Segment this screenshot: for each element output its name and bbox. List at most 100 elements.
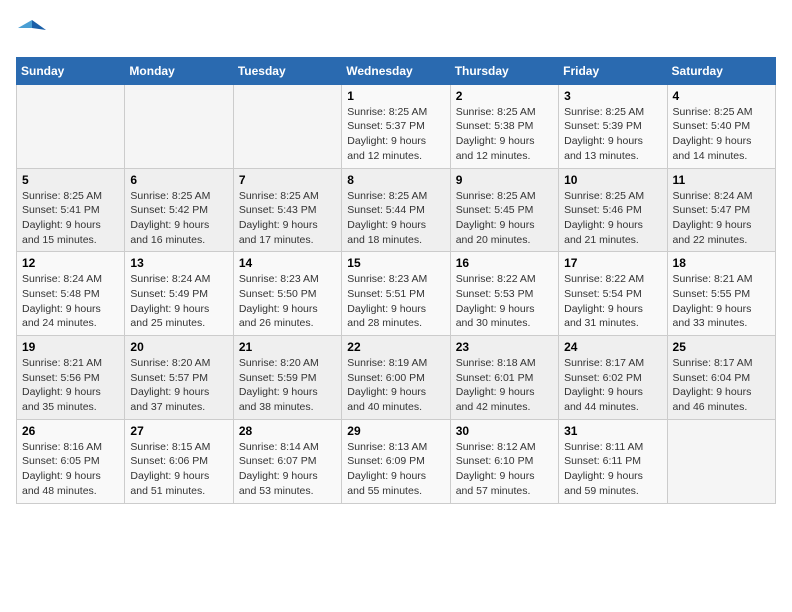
day-info: Sunrise: 8:11 AM Sunset: 6:11 PM Dayligh… <box>564 440 661 499</box>
day-number: 25 <box>673 340 770 354</box>
week-row-3: 12Sunrise: 8:24 AM Sunset: 5:48 PM Dayli… <box>17 252 776 336</box>
week-row-5: 26Sunrise: 8:16 AM Sunset: 6:05 PM Dayli… <box>17 419 776 503</box>
day-info: Sunrise: 8:21 AM Sunset: 5:56 PM Dayligh… <box>22 356 119 415</box>
day-cell: 5 Sunrise: 8:25 AM Sunset: 5:41 PM Daylig… <box>17 168 125 252</box>
day-info: Sunrise: 8:23 AM Sunset: 5:50 PM Dayligh… <box>239 272 336 331</box>
day-info: Sunrise: 8:25 AM Sunset: 5:37 PM Dayligh… <box>347 105 444 164</box>
day-cell: 21 Sunrise: 8:20 AM Sunset: 5:59 PM Dayli… <box>233 336 341 420</box>
day-number: 7 <box>239 173 336 187</box>
day-info: Sunrise: 8:25 AM Sunset: 5:43 PM Dayligh… <box>239 189 336 248</box>
day-number: 16 <box>456 256 553 270</box>
calendar: SundayMondayTuesdayWednesdayThursdayFrid… <box>16 57 776 504</box>
day-number: 18 <box>673 256 770 270</box>
day-number: 14 <box>239 256 336 270</box>
day-info: Sunrise: 8:25 AM Sunset: 5:39 PM Dayligh… <box>564 105 661 164</box>
day-number: 30 <box>456 424 553 438</box>
day-cell: 19Sunrise: 8:21 AM Sunset: 5:56 PM Dayli… <box>17 336 125 420</box>
day-number: 8 <box>347 173 444 187</box>
day-number: 4 <box>673 89 770 103</box>
day-info: Sunrise: 8:14 AM Sunset: 6:07 PM Dayligh… <box>239 440 336 499</box>
day-info: Sunrise: 8:16 AM Sunset: 6:05 PM Dayligh… <box>22 440 119 499</box>
weekday-header-tuesday: Tuesday <box>233 57 341 84</box>
day-info: Sunrise: 8:25 AM Sunset: 5:44 PM Dayligh… <box>347 189 444 248</box>
day-info: Sunrise: 8:19 AM Sunset: 6:00 PM Dayligh… <box>347 356 444 415</box>
day-cell: 30 Sunrise: 8:12 AM Sunset: 6:10 PM Dayli… <box>450 419 558 503</box>
day-cell: 10 Sunrise: 8:25 AM Sunset: 5:46 PM Dayli… <box>559 168 667 252</box>
day-cell: 29Sunrise: 8:13 AM Sunset: 6:09 PM Dayli… <box>342 419 450 503</box>
day-number: 10 <box>564 173 661 187</box>
day-cell: 6 Sunrise: 8:25 AM Sunset: 5:42 PM Daylig… <box>125 168 233 252</box>
day-info: Sunrise: 8:18 AM Sunset: 6:01 PM Dayligh… <box>456 356 553 415</box>
day-info: Sunrise: 8:15 AM Sunset: 6:06 PM Dayligh… <box>130 440 227 499</box>
weekday-header-row: SundayMondayTuesdayWednesdayThursdayFrid… <box>17 57 776 84</box>
day-info: Sunrise: 8:12 AM Sunset: 6:10 PM Dayligh… <box>456 440 553 499</box>
day-number: 3 <box>564 89 661 103</box>
weekday-header-saturday: Saturday <box>667 57 775 84</box>
day-cell: 3 Sunrise: 8:25 AM Sunset: 5:39 PM Daylig… <box>559 84 667 168</box>
day-number: 5 <box>22 173 119 187</box>
day-cell: 1 Sunrise: 8:25 AM Sunset: 5:37 PM Daylig… <box>342 84 450 168</box>
day-info: Sunrise: 8:23 AM Sunset: 5:51 PM Dayligh… <box>347 272 444 331</box>
weekday-header-friday: Friday <box>559 57 667 84</box>
day-cell: 24 Sunrise: 8:17 AM Sunset: 6:02 PM Dayli… <box>559 336 667 420</box>
day-cell: 20Sunrise: 8:20 AM Sunset: 5:57 PM Dayli… <box>125 336 233 420</box>
day-number: 17 <box>564 256 661 270</box>
day-cell: 7 Sunrise: 8:25 AM Sunset: 5:43 PM Daylig… <box>233 168 341 252</box>
day-number: 24 <box>564 340 661 354</box>
day-info: Sunrise: 8:25 AM Sunset: 5:40 PM Dayligh… <box>673 105 770 164</box>
day-number: 11 <box>673 173 770 187</box>
day-cell <box>667 419 775 503</box>
day-number: 9 <box>456 173 553 187</box>
day-info: Sunrise: 8:24 AM Sunset: 5:49 PM Dayligh… <box>130 272 227 331</box>
day-number: 27 <box>130 424 227 438</box>
day-number: 22 <box>347 340 444 354</box>
week-row-1: 1 Sunrise: 8:25 AM Sunset: 5:37 PM Daylig… <box>17 84 776 168</box>
day-info: Sunrise: 8:20 AM Sunset: 5:57 PM Dayligh… <box>130 356 227 415</box>
day-number: 21 <box>239 340 336 354</box>
day-cell: 4 Sunrise: 8:25 AM Sunset: 5:40 PM Daylig… <box>667 84 775 168</box>
day-cell: 22 Sunrise: 8:19 AM Sunset: 6:00 PM Dayli… <box>342 336 450 420</box>
day-info: Sunrise: 8:25 AM Sunset: 5:46 PM Dayligh… <box>564 189 661 248</box>
day-cell: 26Sunrise: 8:16 AM Sunset: 6:05 PM Dayli… <box>17 419 125 503</box>
day-cell: 9Sunrise: 8:25 AM Sunset: 5:45 PM Daylig… <box>450 168 558 252</box>
day-cell: 25 Sunrise: 8:17 AM Sunset: 6:04 PM Dayli… <box>667 336 775 420</box>
logo <box>16 16 48 45</box>
day-number: 13 <box>130 256 227 270</box>
day-info: Sunrise: 8:25 AM Sunset: 5:41 PM Dayligh… <box>22 189 119 248</box>
day-cell: 16 Sunrise: 8:22 AM Sunset: 5:53 PM Dayli… <box>450 252 558 336</box>
day-info: Sunrise: 8:21 AM Sunset: 5:55 PM Dayligh… <box>673 272 770 331</box>
day-info: Sunrise: 8:22 AM Sunset: 5:54 PM Dayligh… <box>564 272 661 331</box>
weekday-header-monday: Monday <box>125 57 233 84</box>
day-number: 2 <box>456 89 553 103</box>
day-info: Sunrise: 8:17 AM Sunset: 6:02 PM Dayligh… <box>564 356 661 415</box>
day-cell <box>233 84 341 168</box>
day-info: Sunrise: 8:25 AM Sunset: 5:38 PM Dayligh… <box>456 105 553 164</box>
day-cell: 17 Sunrise: 8:22 AM Sunset: 5:54 PM Dayli… <box>559 252 667 336</box>
day-info: Sunrise: 8:20 AM Sunset: 5:59 PM Dayligh… <box>239 356 336 415</box>
day-cell: 31Sunrise: 8:11 AM Sunset: 6:11 PM Dayli… <box>559 419 667 503</box>
day-cell: 15 Sunrise: 8:23 AM Sunset: 5:51 PM Dayli… <box>342 252 450 336</box>
day-cell: 14 Sunrise: 8:23 AM Sunset: 5:50 PM Dayli… <box>233 252 341 336</box>
day-number: 15 <box>347 256 444 270</box>
calendar-header: SundayMondayTuesdayWednesdayThursdayFrid… <box>17 57 776 84</box>
logo-bird-icon <box>18 16 46 44</box>
day-cell: 13 Sunrise: 8:24 AM Sunset: 5:49 PM Dayli… <box>125 252 233 336</box>
day-number: 1 <box>347 89 444 103</box>
day-info: Sunrise: 8:13 AM Sunset: 6:09 PM Dayligh… <box>347 440 444 499</box>
day-info: Sunrise: 8:22 AM Sunset: 5:53 PM Dayligh… <box>456 272 553 331</box>
weekday-header-sunday: Sunday <box>17 57 125 84</box>
day-cell: 28 Sunrise: 8:14 AM Sunset: 6:07 PM Dayli… <box>233 419 341 503</box>
day-info: Sunrise: 8:25 AM Sunset: 5:42 PM Dayligh… <box>130 189 227 248</box>
calendar-body: 1 Sunrise: 8:25 AM Sunset: 5:37 PM Daylig… <box>17 84 776 503</box>
day-cell <box>125 84 233 168</box>
weekday-header-wednesday: Wednesday <box>342 57 450 84</box>
day-number: 6 <box>130 173 227 187</box>
day-cell: 11Sunrise: 8:24 AM Sunset: 5:47 PM Dayli… <box>667 168 775 252</box>
day-info: Sunrise: 8:17 AM Sunset: 6:04 PM Dayligh… <box>673 356 770 415</box>
header <box>16 16 776 45</box>
day-number: 12 <box>22 256 119 270</box>
week-row-2: 5 Sunrise: 8:25 AM Sunset: 5:41 PM Daylig… <box>17 168 776 252</box>
day-number: 28 <box>239 424 336 438</box>
day-cell: 27 Sunrise: 8:15 AM Sunset: 6:06 PM Dayli… <box>125 419 233 503</box>
day-cell: 18 Sunrise: 8:21 AM Sunset: 5:55 PM Dayli… <box>667 252 775 336</box>
